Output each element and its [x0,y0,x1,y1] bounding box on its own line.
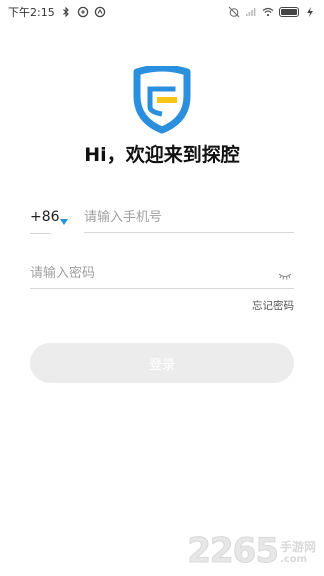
bluetooth-icon [60,6,72,18]
alarm-off-icon [228,6,240,18]
status-time: 下午2:15 [8,6,55,19]
password-input[interactable] [30,258,294,289]
login-button[interactable]: 登录 [30,343,294,383]
site-watermark: 2265 手游网 .com [187,531,316,571]
shield-logo-icon [133,64,191,134]
charging-icon [304,6,316,18]
watermark-site: 手游网 [279,540,316,554]
watermark-side: 手游网 .com [280,540,316,566]
country-code-selector[interactable]: +86 [30,202,60,232]
caret-down-icon[interactable] [59,212,69,225]
watermark-digits: 2265 [187,531,280,571]
watermark-domain: .com [279,554,308,565]
wifi-icon [262,6,274,18]
signal-icon [245,6,257,18]
vpn-icon [94,6,106,18]
sync-icon [77,6,89,18]
status-right [228,6,316,18]
phone-row: +86 [30,202,294,234]
forgot-password-link[interactable]: 忘记密码 [252,298,294,313]
app-logo [133,64,191,134]
battery-icon [279,7,299,17]
phone-input[interactable] [84,202,294,233]
status-left: 下午2:15 [8,4,106,20]
status-bar: 下午2:15 [0,0,324,24]
welcome-title: Hi，欢迎来到探腔 [84,144,240,166]
password-row [30,258,294,290]
country-divider [30,233,51,234]
eye-closed-icon[interactable] [278,267,292,280]
